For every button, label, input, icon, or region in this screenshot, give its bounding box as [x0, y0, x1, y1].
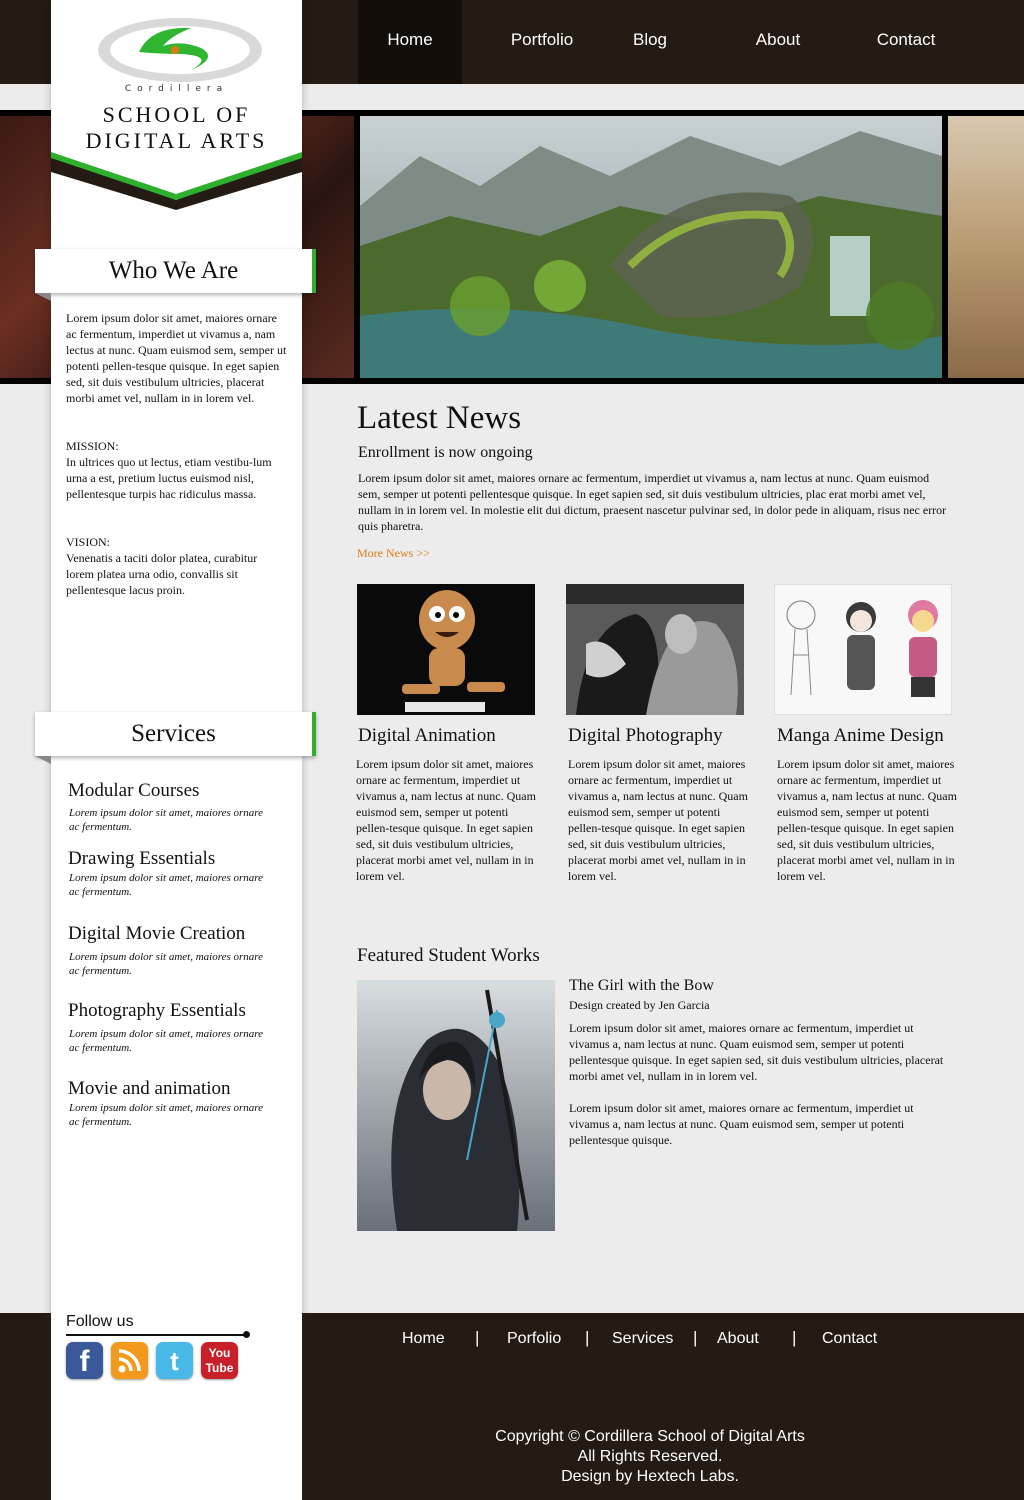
- follow-us-label: Follow us: [66, 1313, 134, 1330]
- service-title-drawing-essentials[interactable]: Drawing Essentials: [68, 848, 215, 870]
- digital-photography-thumbnail[interactable]: [566, 584, 744, 715]
- copyright: Copyright © Cordillera School of Digital…: [460, 1427, 840, 1487]
- column-body: Lorem ipsum dolor sit amet, maiores orna…: [777, 757, 957, 883]
- nav-about[interactable]: About: [726, 30, 830, 50]
- youtube-icon[interactable]: You Tube: [201, 1342, 238, 1379]
- mission-text: In ultrices quo ut lectus, etiam vestibu…: [66, 455, 272, 501]
- banner-right-image: [948, 116, 1024, 378]
- column-body: Lorem ipsum dolor sit amet, maiores orna…: [356, 757, 536, 883]
- service-title-modular-courses[interactable]: Modular Courses: [68, 780, 199, 802]
- footer-nav-separator: |: [693, 1328, 698, 1347]
- logo-title-line2: Digital Arts: [85, 128, 268, 153]
- vision-label: VISION:: [66, 535, 110, 549]
- twitter-icon[interactable]: t: [156, 1342, 193, 1379]
- follow-divider-dot: [243, 1331, 250, 1338]
- logo-title: School of Digital Arts: [51, 102, 302, 154]
- vision-text: Venenatis a taciti dolor platea, curabit…: [66, 551, 258, 597]
- nav-portfolio[interactable]: Portfolio: [490, 30, 594, 50]
- footer-nav-separator: |: [475, 1328, 480, 1347]
- who-we-are-heading: Who We Are: [35, 249, 316, 293]
- column-title-manga-anime-design[interactable]: Manga Anime Design: [777, 725, 944, 747]
- service-desc: Lorem ipsum dolor sit amet, maiores orna…: [69, 872, 264, 898]
- service-desc: Lorem ipsum dolor sit amet, maiores orna…: [69, 807, 264, 833]
- manga-anime-design-thumbnail[interactable]: [774, 584, 952, 715]
- column-body: Lorem ipsum dolor sit amet, maiores orna…: [568, 757, 748, 883]
- who-we-are-intro: Lorem ipsum dolor sit amet, maiores orna…: [66, 311, 287, 405]
- logo-title-line1: School of: [102, 102, 251, 127]
- news-body: Lorem ipsum dolor sit amet, maiores orna…: [358, 471, 947, 533]
- featured-work-paragraph-1: Lorem ipsum dolor sit amet, maiores orna…: [569, 1021, 944, 1083]
- rss-icon[interactable]: [111, 1342, 148, 1379]
- featured-work-title[interactable]: The Girl with the Bow: [569, 977, 714, 995]
- service-title-photography-essentials[interactable]: Photography Essentials: [68, 1000, 246, 1022]
- footer-nav-services[interactable]: Services: [612, 1330, 673, 1348]
- nav-home[interactable]: Home: [358, 30, 462, 50]
- facebook-icon[interactable]: f: [66, 1342, 103, 1379]
- featured-work-credit: Design created by Jen Garcia: [569, 998, 710, 1012]
- footer-nav-separator: |: [792, 1328, 797, 1347]
- column-title-digital-animation[interactable]: Digital Animation: [358, 725, 496, 747]
- nav-contact[interactable]: Contact: [854, 30, 958, 50]
- mission-label: MISSION:: [66, 439, 119, 453]
- featured-work-paragraph-2: Lorem ipsum dolor sit amet, maiores orna…: [569, 1101, 914, 1147]
- featured-heading: Featured Student Works: [357, 945, 540, 966]
- digital-animation-thumbnail[interactable]: [357, 584, 535, 715]
- copyright-line: Copyright © Cordillera School of Digital…: [495, 1428, 805, 1445]
- service-title-digital-movie-creation[interactable]: Digital Movie Creation: [68, 923, 245, 945]
- latest-news-heading: Latest News: [357, 400, 522, 436]
- column-title-digital-photography[interactable]: Digital Photography: [568, 725, 723, 747]
- follow-divider: [66, 1334, 246, 1336]
- more-news-link[interactable]: More News >>: [357, 546, 430, 561]
- rights-line: All Rights Reserved.: [577, 1448, 723, 1465]
- design-credit-line: Design by Hextech Labs.: [561, 1468, 739, 1485]
- footer-nav-portfolio[interactable]: Porfolio: [507, 1330, 561, 1348]
- service-desc: Lorem ipsum dolor sit amet, maiores orna…: [69, 1102, 264, 1128]
- footer-nav-contact[interactable]: Contact: [822, 1330, 877, 1348]
- news-subtitle: Enrollment is now ongoing: [358, 444, 533, 461]
- tab-fold: [35, 293, 51, 301]
- service-title-movie-and-animation[interactable]: Movie and animation: [68, 1078, 231, 1100]
- service-desc: Lorem ipsum dolor sit amet, maiores orna…: [69, 1028, 264, 1054]
- service-desc: Lorem ipsum dolor sit amet, maiores orna…: [69, 951, 264, 977]
- tab-fold: [35, 756, 51, 764]
- featured-work-image[interactable]: [357, 980, 555, 1231]
- nav-blog[interactable]: Blog: [598, 30, 702, 50]
- banner-main-image[interactable]: [360, 116, 942, 378]
- footer-nav-home[interactable]: Home: [402, 1330, 445, 1348]
- logo-subtitle: Cordillera: [124, 84, 229, 94]
- footer-nav-about[interactable]: About: [717, 1330, 759, 1348]
- services-heading: Services: [35, 712, 316, 756]
- footer-nav-separator: |: [585, 1328, 590, 1347]
